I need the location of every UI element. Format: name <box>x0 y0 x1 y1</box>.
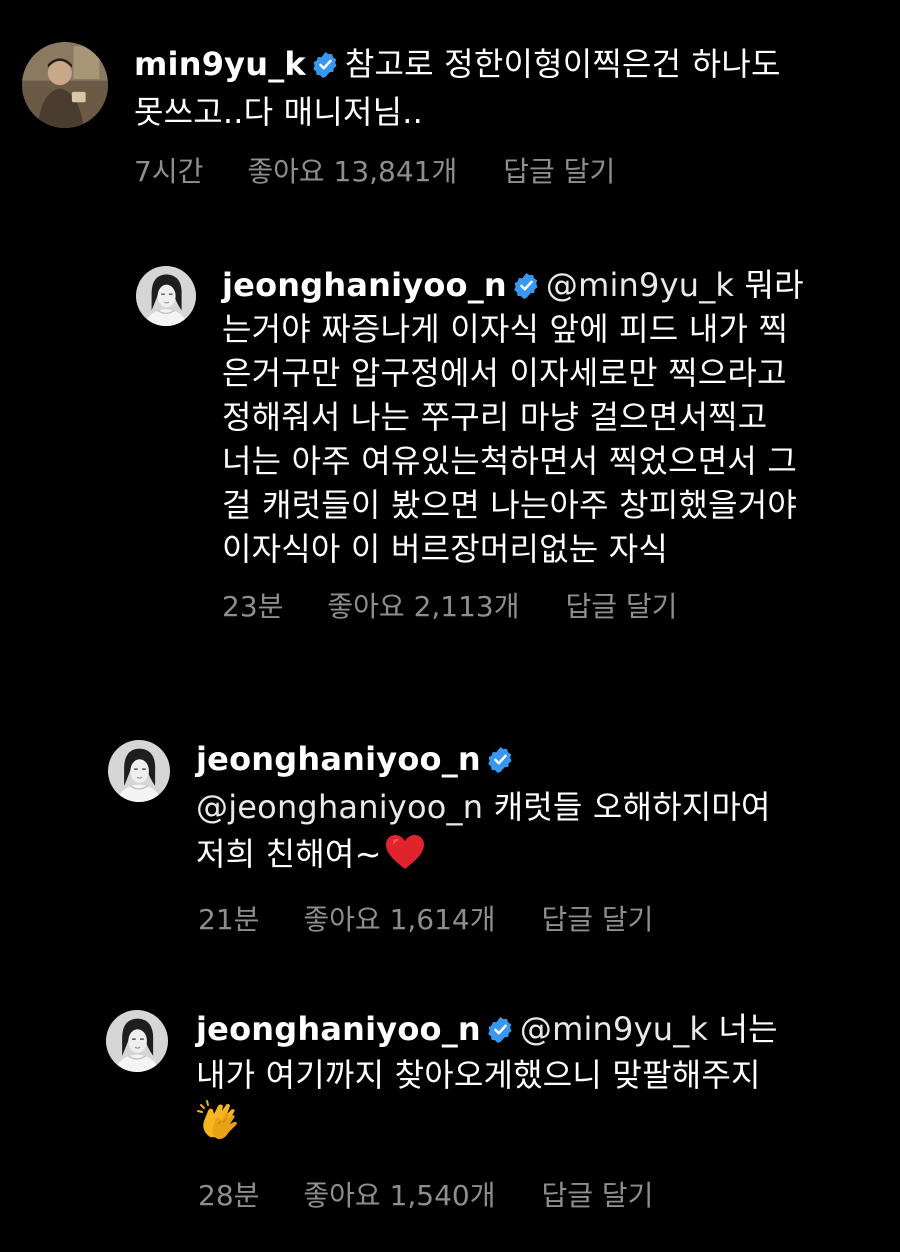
comment-text: 참고로 정한이형이찍은건 하나도 <box>344 45 781 83</box>
comment-body: min9yu_k 참고로 정한이형이찍은건 하나도 못쓰고..다 매니저님.. <box>134 46 781 130</box>
comment-text: 못쓰고..다 매니저님.. <box>134 93 423 131</box>
heart-icon <box>384 833 426 871</box>
avatar[interactable] <box>106 1010 168 1072</box>
verified-badge-icon <box>487 1016 514 1043</box>
comment-line <box>196 1097 778 1152</box>
comment-line: 못쓰고..다 매니저님.. <box>134 94 781 130</box>
comment-text: 캐럿들 오해하지마여 <box>493 788 771 826</box>
verified-badge-icon <box>487 746 514 773</box>
comment-text: 정해줘서 나는 쭈구리 마냥 걸으면서찍고 <box>222 398 768 436</box>
username-link[interactable]: min9yu_k <box>134 45 306 83</box>
comment-line: @jeonghaniyoo_n 캐럿들 오해하지마여 <box>196 789 771 825</box>
comment-line: jeonghaniyoo_n @min9yu_k 너는 <box>196 1011 778 1047</box>
comment-line: 이자식아 이 버르장머리없눈 자식 <box>222 531 804 567</box>
comment-line: 걸 캐럿들이 봤으면 나는아주 창피했을거야 <box>222 487 804 523</box>
comment-text: 저희 친해여~ <box>196 835 382 873</box>
comment-body: jeonghaniyoo_n @min9yu_k 너는 내가 여기까지 찾아오게했… <box>196 1011 778 1152</box>
avatar[interactable] <box>22 42 108 128</box>
comment-text: 걸 캐럿들이 봤으면 나는아주 창피했을거야 <box>222 486 798 524</box>
comment-line: 내가 여기까지 찾아오게했으니 맞팔해주지 <box>196 1057 778 1093</box>
comment-line: 저희 친해여~ <box>196 833 771 872</box>
comment-time: 23분 <box>222 590 284 623</box>
comment-text: 내가 여기까지 찾아오게했으니 맞팔해주지 <box>196 1056 761 1094</box>
username-link[interactable]: jeonghaniyoo_n <box>196 740 481 778</box>
comment-line: 정해줘서 나는 쭈구리 마냥 걸으면서찍고 <box>222 399 804 435</box>
verified-badge-icon <box>312 51 339 78</box>
comment-line: jeonghaniyoo_n @min9yu_k 뭐라 <box>222 267 804 303</box>
comment-line: min9yu_k 참고로 정한이형이찍은건 하나도 <box>134 46 781 82</box>
likes-count-link[interactable]: 좋아요 2,113개 <box>327 585 519 625</box>
comment-time: 28분 <box>198 1179 260 1212</box>
avatar[interactable] <box>136 266 196 326</box>
comment-text: 너는 아주 여유있는척하면서 찍었으면서 그 <box>222 442 798 480</box>
comment-text: 는거야 짜증나게 이자식 앞에 피드 내가 찍 <box>222 310 789 348</box>
comment-text: 이자식아 이 버르장머리없눈 자식 <box>222 530 669 568</box>
comment-text: 은거구만 압구정에서 이자세로만 찍으라고 <box>222 354 787 392</box>
verified-badge-icon <box>513 272 540 299</box>
username-link[interactable]: jeonghaniyoo_n <box>196 1010 481 1048</box>
comment-line: jeonghaniyoo_n <box>196 741 771 777</box>
avatar-image <box>136 266 196 326</box>
mention-link[interactable]: @min9yu_k <box>520 1010 708 1048</box>
likes-count-link[interactable]: 좋아요 13,841개 <box>247 150 457 190</box>
comment-line: 는거야 짜증나게 이자식 앞에 피드 내가 찍 <box>222 311 804 347</box>
comment-text: 너는 <box>718 1010 778 1048</box>
comment-meta: 7시간 좋아요 13,841개 답글 달기 <box>134 150 615 190</box>
comment-text: 뭐라 <box>744 266 804 304</box>
reply-button[interactable]: 답글 달기 <box>566 585 678 625</box>
likes-count-link[interactable]: 좋아요 1,614개 <box>303 898 495 938</box>
comment-time: 7시간 <box>134 155 204 188</box>
comment-meta: 21분 좋아요 1,614개 답글 달기 <box>198 898 653 938</box>
avatar-image <box>106 1010 168 1072</box>
reply-button[interactable]: 답글 달기 <box>542 1174 654 1214</box>
comment-time: 21분 <box>198 903 260 936</box>
reply-button[interactable]: 답글 달기 <box>542 898 654 938</box>
comment-meta: 23분 좋아요 2,113개 답글 달기 <box>222 585 677 625</box>
clapping-hands-icon <box>196 1097 244 1145</box>
reply-button[interactable]: 답글 달기 <box>503 150 615 190</box>
comment-body: jeonghaniyoo_n @min9yu_k 뭐라 는거야 짜증나게 이자식 … <box>222 267 804 567</box>
avatar-image <box>108 740 170 802</box>
avatar-image <box>22 42 108 128</box>
comment-line: 은거구만 압구정에서 이자세로만 찍으라고 <box>222 355 804 391</box>
comment-line: 너는 아주 여유있는척하면서 찍었으면서 그 <box>222 443 804 479</box>
avatar[interactable] <box>108 740 170 802</box>
comment-body: jeonghaniyoo_n @jeonghaniyoo_n 캐럿들 오해하지마… <box>196 741 771 872</box>
mention-link[interactable]: @jeonghaniyoo_n <box>196 788 483 826</box>
username-link[interactable]: jeonghaniyoo_n <box>222 266 507 304</box>
mention-link[interactable]: @min9yu_k <box>546 266 734 304</box>
comment-meta: 28분 좋아요 1,540개 답글 달기 <box>198 1174 653 1214</box>
likes-count-link[interactable]: 좋아요 1,540개 <box>303 1174 495 1214</box>
